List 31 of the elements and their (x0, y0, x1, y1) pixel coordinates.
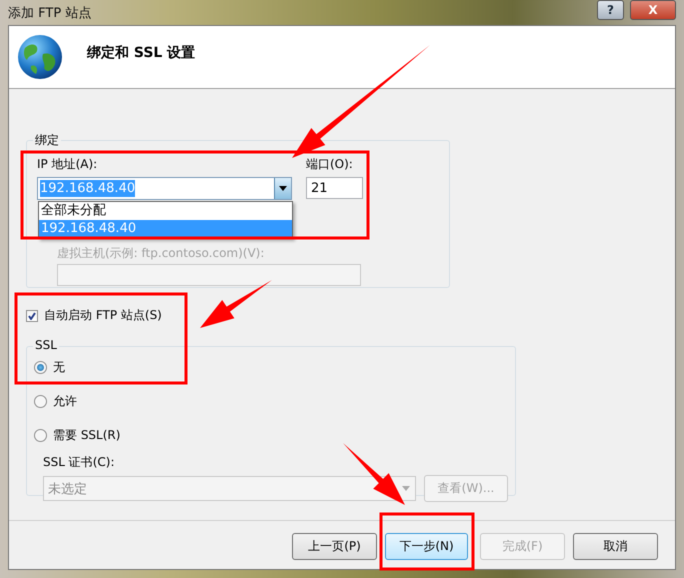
annotation-arrow (343, 443, 405, 505)
port-field[interactable]: 21 (306, 177, 363, 199)
close-button[interactable]: X (630, 0, 676, 20)
globe-icon (17, 34, 63, 80)
host-name-field[interactable] (57, 264, 361, 286)
field-value: 192.168.48.40 (40, 180, 136, 197)
caret-icon (402, 486, 410, 491)
field-label: SSL 证书(C): (43, 454, 115, 471)
page-heading: 绑定和 SSL 设置 (87, 44, 196, 62)
radio-button[interactable] (34, 361, 47, 374)
dialog-button[interactable]: 取消 (573, 533, 658, 560)
field-label: 虚拟主机(示例: ftp.contoso.com)(V): (57, 245, 264, 262)
checkbox[interactable] (26, 310, 38, 322)
group-legend: SSL (33, 338, 59, 352)
checkmark-icon (28, 312, 36, 320)
caret-icon (279, 186, 287, 191)
help-button[interactable]: ? (597, 0, 624, 20)
annotation-arrow (200, 280, 272, 328)
dropdown-option[interactable]: 全部未分配 (39, 202, 292, 220)
radio-label: 无 (53, 359, 65, 376)
dialog-button[interactable]: 上一页(P) (292, 533, 377, 560)
checkbox-label: 自动启动 FTP 站点(S) (44, 307, 162, 324)
dialog-button[interactable]: 下一步(N) (385, 533, 468, 560)
radio-label: 允许 (53, 393, 77, 410)
window-title: 添加 FTP 站点 (8, 4, 92, 22)
group-legend: 绑定 (33, 132, 61, 149)
radio-label: 需要 SSL(R) (53, 427, 120, 444)
radio-button[interactable] (34, 429, 47, 442)
field-label: IP 地址(A): (37, 156, 98, 173)
radio-button[interactable] (34, 395, 47, 408)
field-label: 端口(O): (306, 156, 353, 173)
